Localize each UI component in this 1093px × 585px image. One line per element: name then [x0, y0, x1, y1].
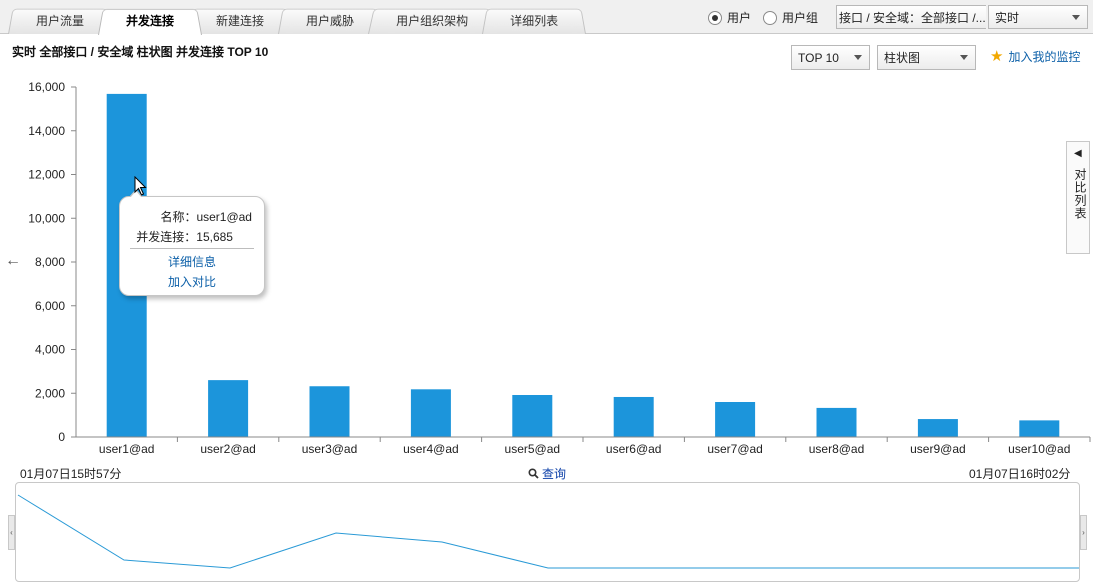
interface-select[interactable]: 接口 / 安全域：全部接口 /... — [836, 5, 986, 29]
y-tick-label: 14,000 — [28, 124, 65, 138]
y-tick-label: 8,000 — [35, 255, 65, 269]
back-arrow-icon[interactable]: ← — [5, 252, 21, 270]
tab-concurrent-connections[interactable]: 并发连接 — [98, 6, 202, 34]
query-link[interactable]: 查询 — [528, 465, 566, 482]
y-tick-label: 12,000 — [28, 168, 65, 182]
radio-user-group[interactable]: 用户组 — [763, 9, 818, 26]
radio-user-label: 用户 — [727, 11, 752, 25]
bar-user5@ad[interactable] — [512, 395, 553, 437]
y-axis: 0 2,000 4,000 6,000 8,000 10,000 12,000 14,000 1… — [28, 80, 77, 444]
bar-user8@ad[interactable] — [816, 407, 857, 437]
search-icon — [528, 468, 539, 479]
x-tick-label: user1@ad — [99, 442, 155, 456]
x-tick-label: user9@ad — [910, 442, 966, 456]
bar-user9@ad[interactable] — [917, 419, 958, 437]
tooltip-connections: 并发连接：15,685 — [136, 230, 233, 244]
bar-user10@ad[interactable] — [1019, 420, 1060, 437]
tooltip-divider — [130, 248, 254, 249]
tooltip-name: 名称：user1@ad — [160, 210, 252, 224]
add-to-compare-link[interactable]: 加入对比 — [120, 273, 264, 290]
radio-user-group-label: 用户组 — [782, 11, 819, 25]
add-to-monitor-link[interactable]: ★ 加入我的监控 — [990, 48, 1080, 65]
chart-type-select[interactable]: 柱状图 — [877, 45, 976, 70]
y-tick-label: 6,000 — [35, 299, 65, 313]
star-icon: ★ — [990, 48, 1004, 65]
overview-timeline[interactable] — [15, 482, 1080, 582]
x-tick-label: user8@ad — [809, 442, 865, 456]
radio-checked-icon[interactable] — [708, 10, 722, 25]
bar-user7@ad[interactable] — [715, 402, 756, 437]
tab-user-traffic[interactable]: 用户流量 — [8, 6, 112, 34]
chart-type-select-value: 柱状图 — [884, 51, 921, 65]
query-label: 查询 — [542, 467, 567, 481]
chevron-down-icon — [854, 55, 862, 60]
x-tick-label: user2@ad — [200, 442, 256, 456]
time-range-start: 01月07日15时57分 — [20, 467, 122, 481]
x-tick-label: user6@ad — [606, 442, 662, 456]
topn-select-value: TOP 10 — [798, 50, 839, 65]
x-tick-label: user5@ad — [505, 442, 561, 456]
bar-tooltip: 名称：user1@ad 并发连接：15,685 详细信息 加入对比 — [119, 189, 265, 296]
tab-user-threats[interactable]: 用户威胁 — [278, 6, 382, 34]
tab-user-org-structure[interactable]: 用户组织架构 — [368, 6, 496, 34]
y-tick-label: 16,000 — [28, 80, 65, 94]
add-to-monitor-label: 加入我的监控 — [1008, 50, 1081, 64]
x-tick-label: user4@ad — [403, 442, 459, 456]
radio-user[interactable]: 用户 — [708, 9, 751, 26]
y-tick-label: 2,000 — [35, 386, 65, 400]
chevron-down-icon — [1072, 15, 1080, 20]
radio-unchecked-icon[interactable] — [763, 10, 778, 25]
topn-select[interactable]: TOP 10 — [791, 45, 870, 70]
chart-title: 实时 全部接口 / 安全域 柱状图 并发连接 TOP 10 — [12, 45, 269, 59]
bar-user6@ad[interactable] — [613, 396, 654, 437]
scope-radio-group: 用户 用户组 — [708, 9, 824, 26]
overview-left-handle[interactable]: ‹ — [8, 515, 15, 550]
overview-line — [17, 494, 1079, 569]
y-tick-label: 10,000 — [28, 211, 65, 225]
x-tick-label: user10@ad — [1008, 442, 1070, 456]
overview-right-handle[interactable]: › — [1080, 515, 1087, 550]
mouse-cursor-icon — [134, 176, 147, 196]
compare-list-toggle[interactable]: ◀ 对比列表 — [1066, 141, 1090, 254]
chevron-down-icon — [960, 55, 968, 60]
tab-bar: 用户流量 并发连接 新建连接 用户威胁 用户组织架构 详细列表 用户 用户组 接… — [0, 0, 1093, 34]
bar-user3@ad[interactable] — [309, 386, 350, 437]
compare-list-label: 对比列表 — [1073, 168, 1087, 220]
period-select[interactable]: 实时 — [988, 5, 1088, 29]
y-tick-label: 4,000 — [35, 343, 65, 357]
bar-user2@ad[interactable] — [208, 380, 249, 437]
x-tick-label: user7@ad — [707, 442, 763, 456]
detail-info-link[interactable]: 详细信息 — [120, 253, 264, 270]
tab-new-connections[interactable]: 新建连接 — [188, 6, 292, 34]
interface-select-value: 接口 / 安全域：全部接口 /... — [839, 10, 986, 25]
tab-list: 用户流量 并发连接 新建连接 用户威胁 用户组织架构 详细列表 — [8, 6, 572, 34]
x-tick-label: user3@ad — [302, 442, 358, 456]
x-axis: user1@ad user2@ad user3@ad user4@ad user5@ad… — [76, 436, 1091, 456]
bar-user4@ad[interactable] — [410, 389, 451, 437]
triangle-left-icon: ◀ — [1074, 148, 1082, 159]
y-tick-label: 0 — [58, 430, 65, 444]
tab-detail-list[interactable]: 详细列表 — [482, 6, 586, 34]
time-range-end: 01月07日16时02分 — [969, 467, 1071, 481]
period-select-value: 实时 — [995, 10, 1020, 25]
